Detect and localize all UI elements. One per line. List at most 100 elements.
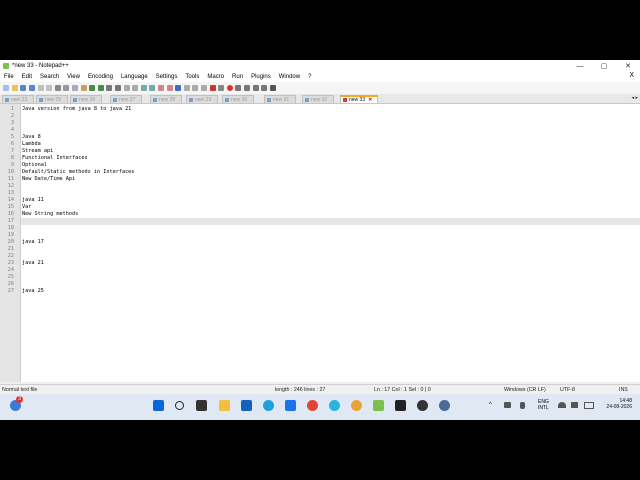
task-view-icon[interactable] [196, 400, 207, 411]
user-lang-icon[interactable] [183, 85, 190, 91]
close-button[interactable]: ✕ [616, 60, 640, 72]
copy-icon[interactable] [72, 85, 79, 91]
volume-icon[interactable] [571, 402, 578, 408]
notepadpp-taskbar-icon[interactable] [373, 400, 384, 411]
app-icon[interactable] [417, 400, 428, 411]
find-icon[interactable] [106, 85, 113, 91]
chrome-icon[interactable] [307, 400, 318, 411]
wifi-icon[interactable] [558, 402, 566, 408]
tab-scroll-arrows[interactable]: ◂ ▸ [632, 95, 638, 101]
close-all-icon[interactable] [46, 85, 53, 91]
mail-icon[interactable] [285, 400, 296, 411]
spellcheck-icon[interactable] [269, 85, 276, 91]
close-document-button[interactable]: X [629, 72, 634, 79]
cut-icon[interactable] [63, 85, 70, 91]
settings-icon[interactable] [439, 400, 450, 411]
code-line[interactable]: Optional [22, 162, 47, 168]
folder-workspace-icon[interactable] [209, 85, 216, 91]
search-icon[interactable] [175, 401, 184, 410]
tab-new-27[interactable]: new 27 [110, 95, 142, 103]
close-file-icon[interactable] [37, 85, 44, 91]
word-wrap-icon[interactable] [157, 85, 164, 91]
menu-window[interactable]: Window [275, 74, 304, 80]
print-icon[interactable] [54, 85, 61, 91]
function-list-icon[interactable] [200, 85, 207, 91]
doc-map-icon[interactable] [192, 85, 199, 91]
zoom-in-icon[interactable] [123, 85, 130, 91]
tab-new-32[interactable]: new 32 [302, 95, 334, 103]
play-multiple-icon[interactable] [252, 85, 259, 91]
menu-encoding[interactable]: Encoding [84, 74, 117, 80]
tab-new-23[interactable]: new 23 [2, 95, 34, 103]
monitoring-icon[interactable] [218, 85, 225, 91]
tab-new-29[interactable]: new 29 [186, 95, 218, 103]
record-macro-icon[interactable] [226, 85, 233, 91]
show-all-chars-icon[interactable] [166, 85, 173, 91]
new-file-icon[interactable] [3, 85, 10, 91]
tab-new-25[interactable]: new 25 [36, 95, 68, 103]
stop-macro-icon[interactable] [235, 85, 242, 91]
code-line[interactable]: java 11 [22, 197, 44, 203]
code-line[interactable]: Default/Static methods in Interfaces [22, 169, 134, 175]
code-line[interactable]: java 25 [22, 288, 44, 294]
menu-search[interactable]: Search [36, 74, 63, 80]
start-icon[interactable] [153, 400, 164, 411]
minimize-button[interactable]: — [568, 60, 592, 72]
maximize-button[interactable]: ▢ [592, 60, 616, 72]
code-line[interactable]: java 17 [22, 239, 44, 245]
sync-vertical-icon[interactable] [140, 85, 147, 91]
network-status-icon[interactable] [504, 402, 511, 408]
save-icon[interactable] [20, 85, 27, 91]
menu-view[interactable]: View [63, 74, 84, 80]
terminal-icon[interactable] [395, 400, 406, 411]
code-line[interactable]: Stream api [22, 148, 53, 154]
menu-macro[interactable]: Macro [203, 74, 228, 80]
code-line[interactable]: Functional Interfaces [22, 155, 88, 161]
tab-new-28[interactable]: new 28 [150, 95, 182, 103]
indent-guide-icon[interactable] [175, 85, 182, 91]
store-icon[interactable] [241, 400, 252, 411]
clock[interactable]: 14:48 24-08-2026 [606, 398, 632, 410]
undo-icon[interactable] [89, 85, 96, 91]
lang-variant: INTL [538, 405, 549, 411]
tab-new-31[interactable]: new 31 [264, 95, 296, 103]
file-icon [153, 97, 157, 102]
code-line[interactable]: Lambda [22, 141, 41, 147]
replace-icon[interactable] [115, 85, 122, 91]
paste-icon[interactable] [80, 85, 87, 91]
chrome-profile-icon[interactable] [351, 400, 362, 411]
file-explorer-icon[interactable] [219, 400, 230, 411]
battery-icon[interactable] [584, 402, 594, 409]
menu-run[interactable]: Run [228, 74, 247, 80]
menu-help[interactable]: ? [304, 74, 315, 80]
menu-settings[interactable]: Settings [152, 74, 182, 80]
edge-icon[interactable] [263, 400, 274, 411]
code-line[interactable]: Java version from java 8 to java 21 [22, 106, 131, 112]
code-line[interactable]: New String methods [22, 211, 78, 217]
tray-chevron-icon[interactable]: ^ [489, 402, 492, 408]
skype-icon[interactable] [329, 400, 340, 411]
save-all-icon[interactable] [29, 85, 36, 91]
save-macro-icon[interactable] [261, 85, 268, 91]
code-line[interactable]: New Date/Time Api [22, 176, 75, 182]
open-file-icon[interactable] [11, 85, 18, 91]
menu-file[interactable]: File [0, 74, 18, 80]
sync-horizontal-icon[interactable] [149, 85, 156, 91]
menu-tools[interactable]: Tools [181, 74, 203, 80]
language-indicator[interactable]: ENG INTL [538, 399, 549, 411]
menu-language[interactable]: Language [117, 74, 152, 80]
code-line[interactable]: Java 8 [22, 134, 41, 140]
redo-icon[interactable] [97, 85, 104, 91]
tab-new-33[interactable]: new 33 ✕ [340, 95, 378, 103]
tab-new-26[interactable]: new 26 [70, 95, 102, 103]
text-editor[interactable]: 1 2 3 4 5 6 7 8 9 10 11 12 13 14 15 16 17 18 19 20 21 22 23 24 2… [0, 104, 640, 382]
tab-close-icon[interactable]: ✕ [368, 97, 372, 103]
zoom-out-icon[interactable] [132, 85, 139, 91]
play-macro-icon[interactable] [243, 85, 250, 91]
code-line[interactable]: Var [22, 204, 31, 210]
menu-plugins[interactable]: Plugins [247, 74, 275, 80]
microphone-icon[interactable] [520, 402, 525, 409]
tab-new-30[interactable]: new 30 [222, 95, 254, 103]
code-line[interactable]: java 21 [22, 260, 44, 266]
menu-edit[interactable]: Edit [18, 74, 36, 80]
